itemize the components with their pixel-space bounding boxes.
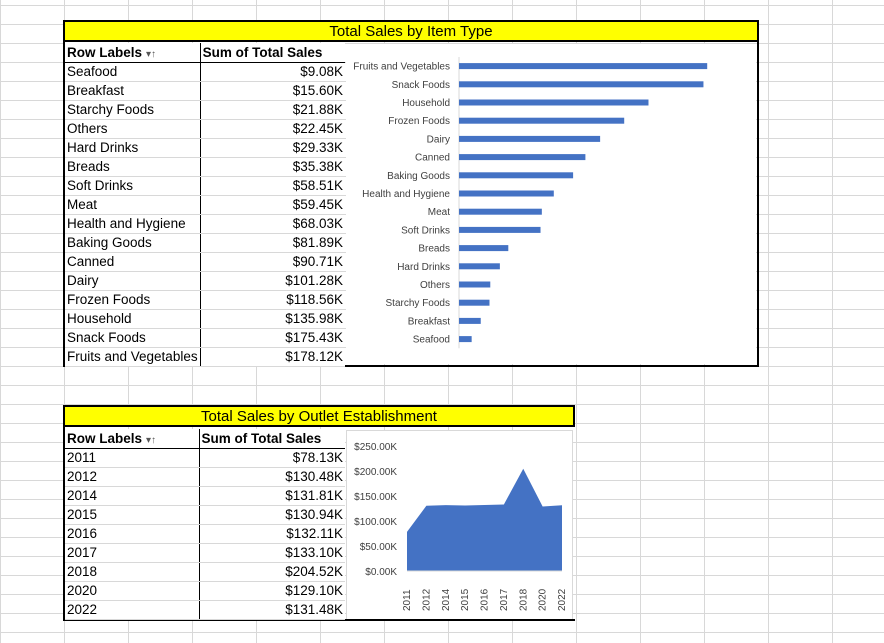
table-row[interactable]: 2018 $204.52K [65, 562, 345, 582]
outlet-pivot-table[interactable]: Row Labels ▾↑ Sum of Total Sales 2011 $78.… [65, 429, 345, 620]
table-row[interactable]: Starchy Foods $21.88K [65, 100, 345, 120]
sort-filter-icon[interactable]: ▾↑ [146, 49, 160, 60]
table-row[interactable]: Fruits and Vegetables $178.12K [65, 347, 345, 367]
table-row[interactable]: 2012 $130.48K [65, 467, 345, 487]
sum-value-cell[interactable]: $29.33K [199, 138, 345, 158]
sum-value-cell[interactable]: $22.45K [199, 119, 345, 139]
row-label-cell[interactable]: Breads [65, 157, 201, 177]
table-row[interactable]: Meat $59.45K [65, 195, 345, 215]
table-row[interactable]: Baking Goods $81.89K [65, 233, 345, 253]
table-row[interactable]: 2011 $78.13K [65, 448, 345, 468]
row-label-cell[interactable]: 2020 [65, 581, 199, 601]
sum-value-cell[interactable]: $130.94K [198, 505, 345, 525]
row-label-cell[interactable]: 2012 [65, 467, 199, 487]
table-row[interactable]: Breads $35.38K [65, 157, 345, 177]
row-label-cell[interactable]: Health and Hygiene [65, 214, 201, 234]
row-label-cell[interactable]: Seafood [65, 62, 201, 82]
table-row[interactable]: Breakfast $15.60K [65, 81, 345, 101]
table-row[interactable]: Snack Foods $175.43K [65, 328, 345, 348]
sum-value-cell[interactable]: $59.45K [199, 195, 345, 215]
sum-value-cell[interactable]: $68.03K [199, 214, 345, 234]
sum-value-cell[interactable]: $118.56K [199, 290, 345, 310]
sum-value-cell[interactable]: $15.60K [199, 81, 345, 101]
sum-value-cell[interactable]: $204.52K [198, 562, 345, 582]
row-label-cell[interactable]: Others [65, 119, 201, 139]
row-label-cell[interactable]: Frozen Foods [65, 290, 201, 310]
sum-value-cell[interactable]: $78.13K [198, 448, 345, 468]
sum-value-cell[interactable]: $130.48K [198, 467, 345, 487]
sum-value-cell[interactable]: $135.98K [199, 309, 345, 329]
table-row[interactable]: Canned $90.71K [65, 252, 345, 272]
table-row[interactable]: 2017 $133.10K [65, 543, 345, 563]
row-labels-header[interactable]: Row Labels ▾↑ [65, 43, 201, 63]
table-row[interactable]: Household $135.98K [65, 309, 345, 329]
sum-value-cell[interactable]: $131.81K [198, 486, 345, 506]
row-label-cell[interactable]: 2014 [65, 486, 199, 506]
table-row[interactable]: 2016 $132.11K [65, 524, 345, 544]
sort-filter-icon[interactable]: ▾↑ [146, 435, 160, 446]
sum-value-cell[interactable]: $175.43K [199, 328, 345, 348]
row-label-cell[interactable]: Snack Foods [65, 328, 201, 348]
outlet-title: Total Sales by Outlet Establishment [201, 408, 437, 425]
table-row[interactable]: Hard Drinks $29.33K [65, 138, 345, 158]
table-row[interactable]: Soft Drinks $58.51K [65, 176, 345, 196]
sum-value-cell[interactable]: $178.12K [199, 347, 345, 367]
sum-value-cell[interactable]: $81.89K [199, 233, 345, 253]
sum-value-cell[interactable]: $132.11K [198, 524, 345, 544]
row-label-cell[interactable]: Breakfast [65, 81, 201, 101]
sum-value-cell[interactable]: $9.08K [199, 62, 345, 82]
sum-total-sales-header[interactable]: Sum of Total Sales [199, 43, 345, 63]
row-label-cell[interactable]: 2018 [65, 562, 199, 582]
row-labels-header[interactable]: Row Labels ▾↑ [65, 429, 199, 449]
outlet-title-banner: Total Sales by Outlet Establishment [63, 405, 575, 427]
table-row[interactable]: Others $22.45K [65, 119, 345, 139]
sum-value-cell[interactable]: $131.48K [198, 600, 345, 620]
pivot-header-row: Row Labels ▾↑ Sum of Total Sales [65, 429, 345, 449]
sum-total-sales-header[interactable]: Sum of Total Sales [198, 429, 345, 449]
table-row[interactable]: Frozen Foods $118.56K [65, 290, 345, 310]
row-label-cell[interactable]: Soft Drinks [65, 176, 201, 196]
row-label-cell[interactable]: 2015 [65, 505, 199, 525]
pivot-header-row: Row Labels ▾↑ Sum of Total Sales [65, 43, 345, 63]
row-label-cell[interactable]: Baking Goods [65, 233, 201, 253]
table-row[interactable]: 2020 $129.10K [65, 581, 345, 601]
sum-value-cell[interactable]: $21.88K [199, 100, 345, 120]
row-label-cell[interactable]: Dairy [65, 271, 201, 291]
sum-value-cell[interactable]: $35.38K [199, 157, 345, 177]
row-label-cell[interactable]: Starchy Foods [65, 100, 201, 120]
row-label-cell[interactable]: 2017 [65, 543, 199, 563]
table-row[interactable]: 2015 $130.94K [65, 505, 345, 525]
table-row[interactable]: Seafood $9.08K [65, 62, 345, 82]
item-type-title: Total Sales by Item Type [329, 23, 493, 40]
row-label-cell[interactable]: Hard Drinks [65, 138, 201, 158]
row-label-cell[interactable]: Household [65, 309, 201, 329]
sum-value-cell[interactable]: $58.51K [199, 176, 345, 196]
table-row[interactable]: Health and Hygiene $68.03K [65, 214, 345, 234]
sum-value-cell[interactable]: $90.71K [199, 252, 345, 272]
row-label-cell[interactable]: 2016 [65, 524, 199, 544]
item-type-title-banner: Total Sales by Item Type [63, 20, 759, 42]
row-label-cell[interactable]: 2011 [65, 448, 199, 468]
row-label-cell[interactable]: Canned [65, 252, 201, 272]
row-label-cell[interactable]: Meat [65, 195, 201, 215]
sum-value-cell[interactable]: $129.10K [198, 581, 345, 601]
table-row[interactable]: Dairy $101.28K [65, 271, 345, 291]
item-type-pivot-table[interactable]: Row Labels ▾↑ Sum of Total Sales Seafood $… [65, 43, 345, 367]
table-row[interactable]: 2014 $131.81K [65, 486, 345, 506]
sum-value-cell[interactable]: $133.10K [198, 543, 345, 563]
row-label-cell[interactable]: Fruits and Vegetables [65, 347, 201, 367]
row-label-cell[interactable]: 2022 [65, 600, 199, 620]
table-row[interactable]: 2022 $131.48K [65, 600, 345, 620]
sum-value-cell[interactable]: $101.28K [199, 271, 345, 291]
